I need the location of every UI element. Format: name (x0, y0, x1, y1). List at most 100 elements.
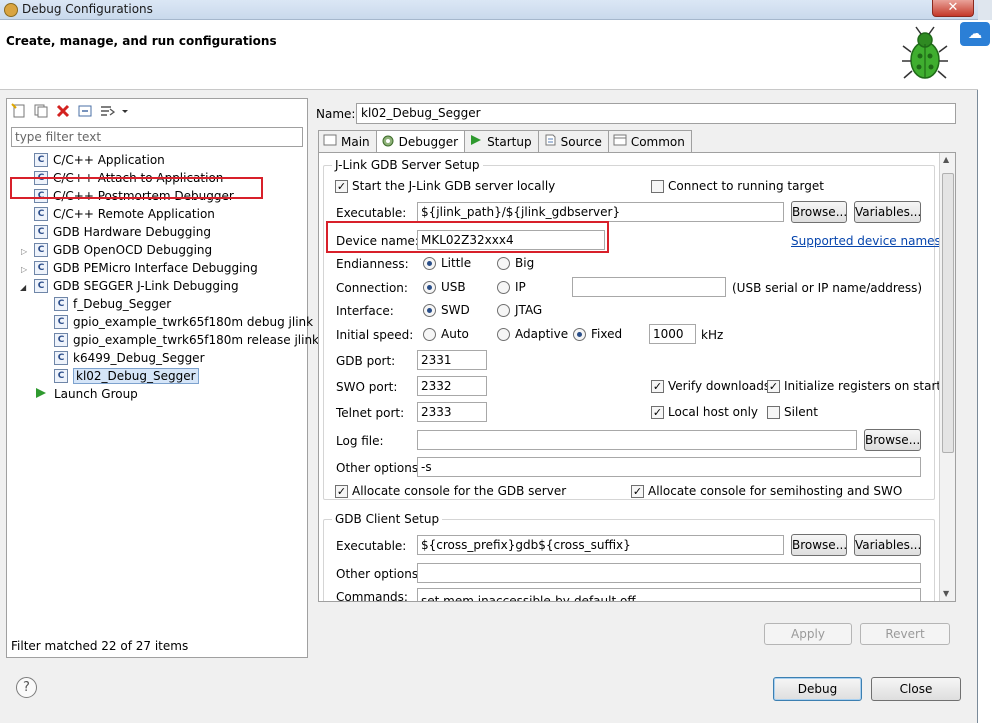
radio-unselected-icon (497, 257, 510, 270)
allocate-gdb-console-checkbox[interactable]: ✓ Allocate console for the GDB server (335, 484, 566, 498)
start-locally-checkbox[interactable]: ✓ Start the J-Link GDB server locally (335, 179, 555, 193)
c-config-icon: C (54, 351, 68, 365)
speed-auto-radio[interactable]: Auto (423, 327, 469, 341)
tab-main[interactable]: Main (318, 130, 377, 152)
new-configuration-icon[interactable] (11, 103, 27, 119)
filter-input[interactable]: type filter text (11, 127, 303, 147)
speed-value-input[interactable]: 1000 (649, 324, 696, 344)
expand-arrow-icon[interactable]: ▷ (21, 247, 27, 256)
tree-item-f-debug-segger[interactable]: Cf_Debug_Segger (54, 295, 171, 313)
tree-item-launch-group[interactable]: Launch Group (34, 385, 138, 403)
speed-adaptive-radio[interactable]: Adaptive (497, 327, 568, 341)
expand-arrow-icon[interactable]: ▷ (21, 265, 27, 274)
tree-item-gpio-debug-jlink[interactable]: Cgpio_example_twrk65f180m debug jlink (54, 313, 313, 331)
server-browse-button[interactable]: Browse... (791, 201, 847, 223)
tree-item-cpp-remote[interactable]: C C/C++ Remote Application (34, 205, 215, 223)
client-variables-button[interactable]: Variables... (854, 534, 921, 556)
apply-button[interactable]: Apply (764, 623, 852, 645)
tree-item-gdb-hardware[interactable]: C GDB Hardware Debugging (34, 223, 211, 241)
tree-item-gdb-pemicro[interactable]: C GDB PEMicro Interface Debugging (34, 259, 258, 277)
delete-icon[interactable] (55, 103, 71, 119)
collapse-all-icon[interactable] (77, 103, 93, 119)
title-bar: Debug Configurations ✕ (0, 0, 978, 20)
server-executable-input[interactable]: ${jlink_path}/${jlink_gdbserver} (417, 202, 784, 222)
supported-device-names-link[interactable]: Supported device names (791, 234, 941, 248)
tab-source[interactable]: Source (537, 130, 609, 152)
log-browse-button[interactable]: Browse... (864, 429, 921, 451)
log-file-input[interactable] (417, 430, 857, 450)
interface-jtag-radio[interactable]: JTAG (497, 303, 542, 317)
scroll-down-icon[interactable]: ▼ (943, 589, 949, 598)
silent-checkbox[interactable]: Silent (767, 405, 818, 419)
debugger-tab-content: J-Link GDB Server Setup ✓ Start the J-Lin… (318, 152, 956, 602)
local-host-only-checkbox[interactable]: ✓ Local host only (651, 405, 758, 419)
scrollbar-thumb[interactable] (942, 173, 954, 453)
cloud-sync-icon[interactable]: ☁ (960, 22, 990, 46)
tree-item-k6499-debug-segger[interactable]: Ck6499_Debug_Segger (54, 349, 205, 367)
connection-ip-radio[interactable]: IP (497, 280, 526, 294)
swo-port-input[interactable]: 2332 (417, 376, 487, 396)
endianness-big-radio[interactable]: Big (497, 256, 534, 270)
telnet-port-label: Telnet port: (336, 406, 405, 420)
debug-button[interactable]: Debug (773, 677, 862, 701)
client-executable-input[interactable]: ${cross_prefix}gdb${cross_suffix} (417, 535, 784, 555)
scroll-up-icon[interactable]: ▲ (943, 155, 949, 164)
tab-common[interactable]: Common (607, 130, 692, 152)
background-window-strip (978, 20, 992, 723)
window-close-button[interactable]: ✕ (932, 0, 974, 17)
client-other-options-input[interactable] (417, 563, 921, 583)
c-config-icon: C (34, 279, 48, 293)
commands-textarea[interactable]: set mem inaccessible-by-default off (417, 588, 921, 601)
speed-unit: kHz (701, 328, 724, 342)
allocate-semihosting-console-checkbox[interactable]: ✓ Allocate console for semihosting and SW… (631, 484, 902, 498)
jlink-server-title: J-Link GDB Server Setup (332, 158, 483, 172)
header-title: Create, manage, and run configurations (6, 34, 277, 48)
checkbox-checked-icon: ✓ (631, 485, 644, 498)
c-config-icon: C (54, 369, 68, 383)
server-variables-button[interactable]: Variables... (854, 201, 921, 223)
init-registers-checkbox[interactable]: ✓ Initialize registers on start (767, 379, 941, 393)
close-button[interactable]: Close (871, 677, 961, 701)
usb-serial-ip-input[interactable] (572, 277, 726, 297)
filter-icon[interactable] (99, 103, 116, 119)
gear-icon (381, 134, 395, 151)
view-menu-chevron-down-icon[interactable] (121, 103, 129, 119)
tree-item-kl02-debug-segger[interactable]: Ckl02_Debug_Segger (54, 367, 199, 385)
client-browse-button[interactable]: Browse... (791, 534, 847, 556)
tab-content-scrollbar[interactable]: ▲ ▼ (939, 153, 955, 601)
revert-button[interactable]: Revert (860, 623, 950, 645)
tab-debugger[interactable]: Debugger (375, 130, 466, 153)
tree-item-gpio-release-jlink[interactable]: Cgpio_example_twrk65f180m release jlink (54, 331, 319, 349)
help-icon[interactable]: ? (16, 677, 37, 698)
server-other-options-input[interactable]: -s (417, 457, 921, 477)
gdb-client-title: GDB Client Setup (332, 512, 443, 526)
configuration-name-input[interactable]: kl02_Debug_Segger (356, 103, 956, 124)
c-config-icon: C (34, 207, 48, 221)
collapse-arrow-icon[interactable]: ◢ (20, 283, 26, 292)
connect-running-checkbox[interactable]: Connect to running target (651, 179, 824, 193)
speed-fixed-radio[interactable]: Fixed (573, 327, 622, 341)
tree-item-gdb-openocd[interactable]: C GDB OpenOCD Debugging (34, 241, 212, 259)
checkbox-checked-icon: ✓ (335, 180, 348, 193)
client-executable-label: Executable: (336, 539, 407, 553)
checkbox-checked-icon: ✓ (335, 485, 348, 498)
endianness-label: Endianness: (336, 257, 409, 271)
verify-downloads-checkbox[interactable]: ✓ Verify downloads (651, 379, 770, 393)
debug-bug-icon (902, 26, 948, 79)
telnet-port-input[interactable]: 2333 (417, 402, 487, 422)
tree-item-gdb-segger-jlink[interactable]: C GDB SEGGER J-Link Debugging (34, 277, 239, 295)
interface-swd-radio[interactable]: SWD (423, 303, 470, 317)
tree-item-cpp-application[interactable]: C C/C++ Application (34, 151, 165, 169)
executable-label: Executable: (336, 206, 407, 220)
radio-unselected-icon (497, 281, 510, 294)
commands-label: Commands: (336, 590, 408, 602)
play-icon (469, 133, 483, 150)
debug-configurations-window: Debug Configurations ✕ Create, manage, a… (0, 0, 978, 723)
gdb-port-input[interactable]: 2331 (417, 350, 487, 370)
connection-usb-radio[interactable]: USB (423, 280, 466, 294)
duplicate-icon[interactable] (33, 103, 49, 119)
radio-selected-icon (423, 281, 436, 294)
interface-label: Interface: (336, 304, 394, 318)
tab-startup[interactable]: Startup (464, 130, 539, 152)
endianness-little-radio[interactable]: Little (423, 256, 471, 270)
